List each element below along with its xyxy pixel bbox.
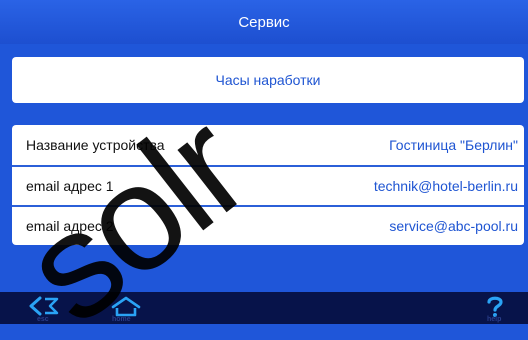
email-2-value[interactable]: service@abc-pool.ru <box>389 218 518 234</box>
email-1-label: email адрес 1 <box>26 178 114 194</box>
settings-row-device-name[interactable]: Название устройства Гостиница "Берлин" <box>12 125 524 165</box>
hours-panel[interactable]: Часы наработки <box>12 57 524 103</box>
home-icon <box>111 296 141 317</box>
home-button[interactable]: home <box>108 292 144 324</box>
settings-row-email-1[interactable]: email адрес 1 technik@hotel-berlin.ru <box>12 165 524 205</box>
help-caption: help <box>487 316 502 323</box>
email-1-value[interactable]: technik@hotel-berlin.ru <box>374 178 518 194</box>
esc-caption: esc <box>37 316 49 323</box>
device-name-value[interactable]: Гостиница "Берлин" <box>389 137 518 153</box>
esc-button[interactable]: esc <box>28 292 64 324</box>
email-2-label: email адрес 2 <box>26 218 114 234</box>
home-caption: home <box>112 316 131 323</box>
question-mark-icon <box>487 296 503 317</box>
settings-row-email-2[interactable]: email адрес 2 service@abc-pool.ru <box>12 205 524 245</box>
settings-panel: Название устройства Гостиница "Берлин" e… <box>12 125 524 245</box>
bottom-nav-bar: esc home help <box>0 292 528 324</box>
device-name-label: Название устройства <box>26 137 165 153</box>
operating-hours-label: Часы наработки <box>215 72 321 88</box>
help-button[interactable]: help <box>480 292 510 324</box>
operating-hours-button[interactable]: Часы наработки <box>12 57 524 103</box>
title-bar: Сервис <box>0 0 528 44</box>
page-title: Сервис <box>238 13 290 31</box>
back-arrow-icon <box>29 296 59 316</box>
